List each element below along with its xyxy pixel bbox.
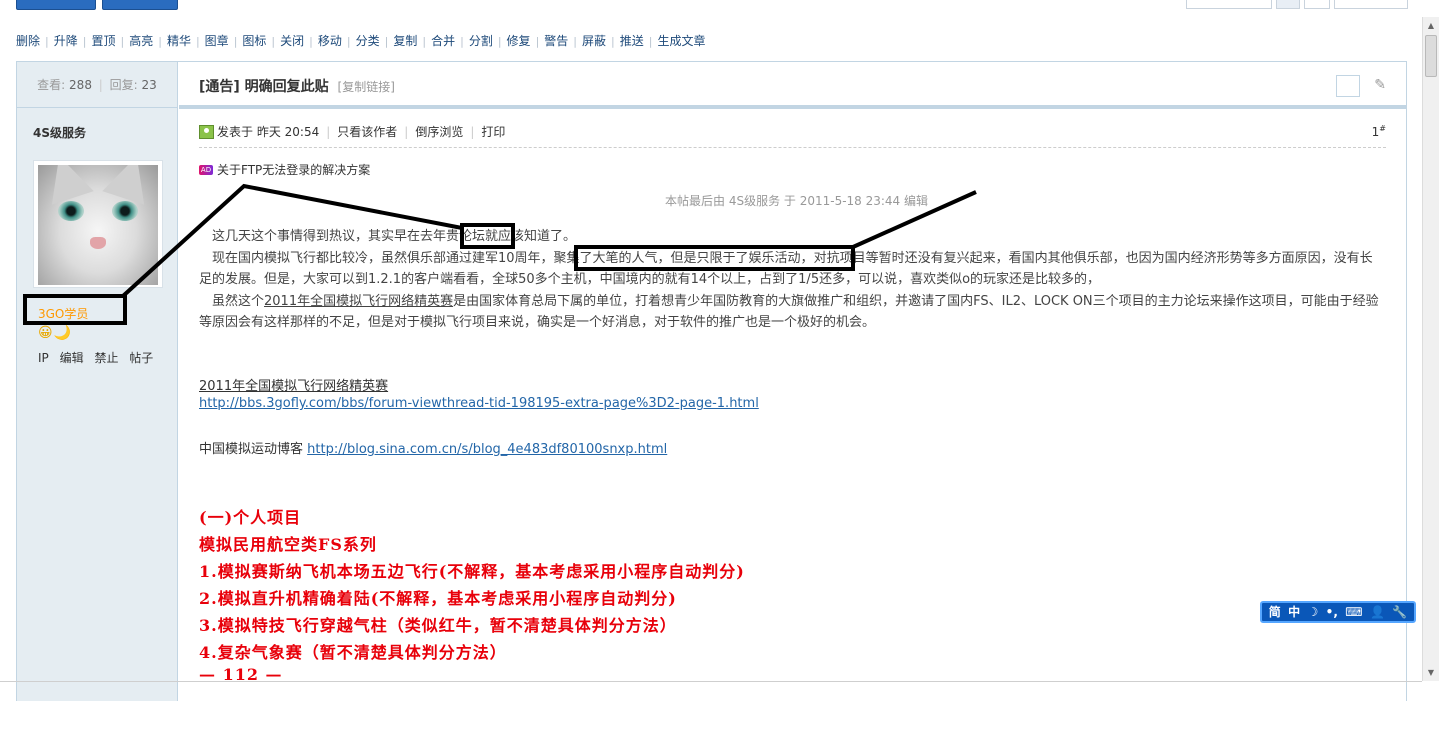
top-strip <box>0 0 1422 12</box>
post-content: [通告] 明确回复此贴 [复制链接] ✎ 发表于 昨天 20:54 | 只看该作… <box>179 62 1406 701</box>
body-paragraph-2: 现在国内模拟飞行都比较冷，虽然俱乐部通过建军10周年，聚集了大笔的人气，但是只限… <box>199 250 1373 288</box>
pager-next[interactable] <box>1304 0 1330 9</box>
red-item-1: 1.模拟赛斯纳飞机本场五边飞行(不解释，基本考虑采用小程序自动判分) <box>199 562 745 581</box>
thread-title: [通告] 明确回复此贴 [复制链接] <box>199 76 395 96</box>
vertical-scrollbar[interactable]: ▲ ▼ <box>1422 17 1439 681</box>
cat-avatar-image <box>38 165 158 285</box>
ime-user-icon[interactable]: 👤 <box>1370 604 1385 620</box>
thread-stats: 查看: 288 | 回复: 23 <box>17 62 177 108</box>
mod-action-warn[interactable]: 警告 <box>544 34 568 48</box>
ad-line[interactable]: AD 关于FTP无法登录的解决方案 <box>199 161 370 178</box>
post-frame: 查看: 288 | 回复: 23 4S级服务 3GO学员 😀🌙 IP 编辑 禁止… <box>16 61 1407 701</box>
user-posts-link[interactable]: 帖子 <box>129 351 153 365</box>
mod-action-copy[interactable]: 复制 <box>393 34 417 48</box>
mod-action-split[interactable]: 分割 <box>469 34 493 48</box>
replies-count: 23 <box>141 78 157 92</box>
mod-action-highlight[interactable]: 高亮 <box>129 34 153 48</box>
ime-logo-icon[interactable]: 简 <box>1269 604 1281 620</box>
blog-url-link[interactable]: http://blog.sina.com.cn/s/blog_4e483df80… <box>307 442 667 457</box>
divider <box>199 147 1386 148</box>
post-meta: 发表于 昨天 20:54 | 只看该作者 | 倒序浏览 | 打印 <box>199 123 505 140</box>
edit-notice: 本帖最后由 4S级服务 于 2011-5-18 23:44 编辑 <box>665 194 929 208</box>
author-name[interactable]: 4S级服务 <box>33 124 86 141</box>
window-bottom-edge <box>0 681 1422 682</box>
ime-moon-icon[interactable]: ☽ <box>1308 604 1319 620</box>
scroll-down-icon[interactable]: ▼ <box>1426 668 1436 677</box>
ime-chinese-mode[interactable]: 中 <box>1288 604 1300 620</box>
print-link[interactable]: 打印 <box>481 123 505 140</box>
mod-action-merge[interactable]: 合并 <box>431 34 455 48</box>
thread-title-bar: [通告] 明确回复此贴 [复制链接] ✎ <box>179 62 1406 109</box>
scroll-thumb[interactable] <box>1425 35 1437 77</box>
mod-action-bump[interactable]: 升降 <box>54 34 78 48</box>
ime-keyboard-icon[interactable]: ⌨ <box>1345 604 1362 620</box>
reverse-order-link[interactable]: 倒序浏览 <box>415 123 463 140</box>
body-paragraph-1: 这几天这个事情得到热议，其实早在去年贵论坛就应该知道了。 <box>199 229 577 244</box>
new-thread-button[interactable] <box>16 0 96 10</box>
ban-user-link[interactable]: 禁止 <box>94 351 118 365</box>
replies-label: 回复: <box>109 78 138 92</box>
moderator-toolbar: 删除 | 升降 | 置顶 | 高亮 | 精华 | 图章 | 图标 | 关闭 | 移动 | 分类 | … <box>16 34 706 48</box>
mod-action-move[interactable]: 移动 <box>318 34 342 48</box>
mod-action-icon[interactable]: 图标 <box>242 34 266 48</box>
red-item-3: 3.模拟特技飞行穿越气柱（类似红牛，暂不清楚具体判分方法） <box>199 616 677 635</box>
mod-action-article[interactable]: 生成文章 <box>657 34 705 48</box>
ime-settings-icon[interactable]: 🔧 <box>1392 604 1407 620</box>
event-inline-link[interactable]: 2011年全国模拟飞行网络精英赛 <box>264 294 453 309</box>
event-url: http://bbs.3gofly.com/bbs/forum-viewthre… <box>199 396 759 411</box>
ip-link[interactable]: IP <box>38 351 49 365</box>
user-rank[interactable]: 3GO学员 <box>38 305 88 322</box>
edit-user-link[interactable]: 编辑 <box>60 351 84 365</box>
online-user-icon <box>199 124 214 139</box>
red-item-2: 2.模拟直升机精确着陆(不解释，基本考虑采用小程序自动判分) <box>199 589 677 608</box>
scroll-up-icon[interactable]: ▲ <box>1426 21 1436 30</box>
mod-action-ban[interactable]: 屏蔽 <box>582 34 606 48</box>
red-heading-1: (一)个人项目 <box>199 508 302 527</box>
thread-title-text: [通告] 明确回复此贴 <box>199 79 329 95</box>
event-title-link[interactable]: 2011年全国模拟飞行网络精英赛 <box>199 375 388 394</box>
copy-link[interactable]: [复制链接] <box>338 80 395 94</box>
ime-toolbar[interactable]: 简 中 ☽ •, ⌨ 👤 🔧 <box>1260 601 1416 623</box>
post-body: 这几天这个事情得到热议，其实早在去年贵论坛就应该知道了。 现在国内模拟飞行都比较… <box>199 226 1379 334</box>
pin-icon[interactable]: ✎ <box>1374 77 1386 93</box>
mod-action-repair[interactable]: 修复 <box>507 34 531 48</box>
ime-punct-icon[interactable]: •, <box>1326 604 1338 620</box>
pager-back[interactable] <box>1186 0 1272 9</box>
red-heading-2: 模拟民用航空类FS系列 <box>199 535 377 554</box>
mod-action-digest[interactable]: 精华 <box>167 34 191 48</box>
ad-icon: AD <box>199 164 213 175</box>
only-author-link[interactable]: 只看该作者 <box>337 123 397 140</box>
medal-icons: 😀🌙 <box>38 325 73 341</box>
thread-checkbox[interactable] <box>1336 75 1360 97</box>
post-time: 发表于 昨天 20:54 <box>217 125 320 139</box>
body-paragraph-3: 虽然这个2011年全国模拟飞行网络精英赛是由国家体育总局下属的单位，打着想青少年… <box>199 293 1379 331</box>
mod-action-stick[interactable]: 置顶 <box>91 34 115 48</box>
blog-line: 中国模拟运动博客 http://blog.sina.com.cn/s/blog_… <box>199 438 667 457</box>
red-item-4: 4.复杂气象赛（暂不清楚具体判分方法） <box>199 643 507 662</box>
floor-number[interactable]: 1# <box>1372 124 1386 139</box>
avatar[interactable] <box>33 160 163 288</box>
pager-current[interactable] <box>1276 0 1300 9</box>
blog-label: 中国模拟运动博客 <box>199 442 308 457</box>
user-admin-links: IP 编辑 禁止 帖子 <box>38 349 160 366</box>
views-label: 查看: <box>37 78 66 92</box>
mod-action-push[interactable]: 推送 <box>620 34 644 48</box>
views-count: 288 <box>69 78 92 92</box>
author-sidebar: 查看: 288 | 回复: 23 4S级服务 3GO学员 😀🌙 IP 编辑 禁止… <box>17 62 178 701</box>
event-url-link[interactable]: http://bbs.3gofly.com/bbs/forum-viewthre… <box>199 396 759 411</box>
mod-action-close[interactable]: 关闭 <box>280 34 304 48</box>
mod-action-delete[interactable]: 删除 <box>16 34 40 48</box>
reply-button[interactable] <box>102 0 178 10</box>
pager-more[interactable] <box>1334 0 1408 9</box>
mod-action-stamp[interactable]: 图章 <box>205 34 229 48</box>
ad-text[interactable]: 关于FTP无法登录的解决方案 <box>217 161 370 178</box>
mod-action-category[interactable]: 分类 <box>356 34 380 48</box>
